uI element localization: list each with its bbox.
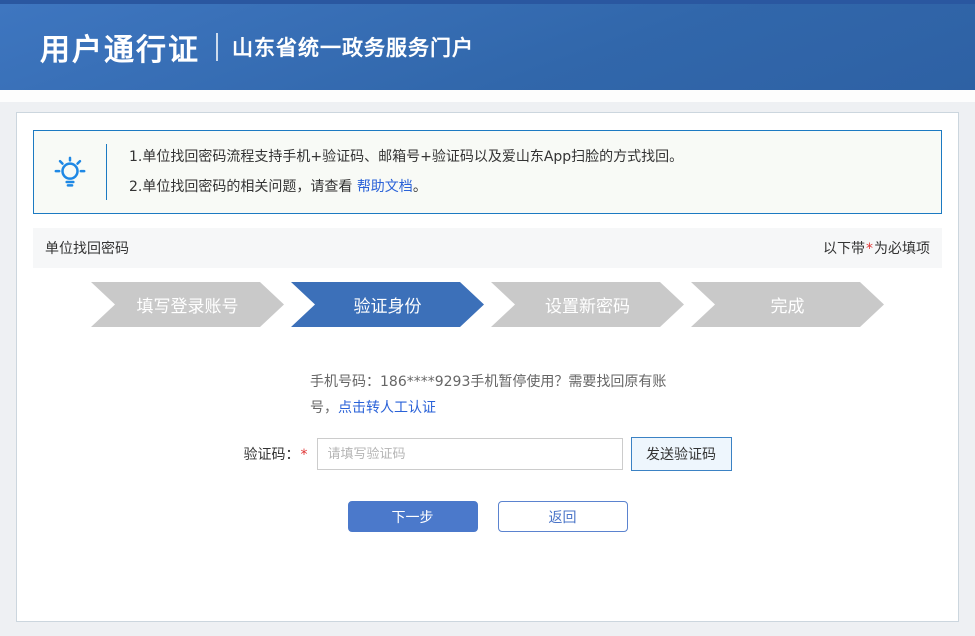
portal-subtitle: 山东省统一政务服务门户: [232, 32, 474, 62]
step-verify-identity: 验证身份: [291, 282, 484, 327]
code-label-text: 验证码：: [244, 447, 300, 463]
back-button[interactable]: 返回: [498, 501, 628, 532]
required-note-suffix: 为必填项: [874, 241, 930, 257]
notice-text: 1.单位找回密码流程支持手机+验证码、邮箱号+验证码以及爱山东App扫脸的方式找…: [107, 142, 683, 202]
step-complete: 完成: [691, 282, 884, 327]
step-fill-account: 填写登录账号: [91, 282, 284, 327]
section-title: 单位找回密码: [45, 238, 129, 258]
header-bottom-strip: [0, 90, 975, 102]
section-header-bar: 单位找回密码 以下带*为必填项: [33, 228, 942, 268]
notice-line-1: 1.单位找回密码流程支持手机+验证码、邮箱号+验证码以及爱山东App扫脸的方式找…: [129, 142, 683, 172]
help-doc-link[interactable]: 帮助文档: [357, 179, 413, 195]
notice-line-2-period: 。: [413, 179, 427, 195]
code-input[interactable]: [317, 438, 623, 470]
app-header: 用户通行证 山东省统一政务服务门户: [0, 4, 975, 90]
step-wizard: 填写登录账号 验证身份 设置新密码 完成: [91, 282, 884, 327]
notice-box: 1.单位找回密码流程支持手机+验证码、邮箱号+验证码以及爱山东App扫脸的方式找…: [33, 130, 942, 214]
action-buttons: 下一步 返回: [33, 501, 942, 532]
lightbulb-icon: [34, 152, 106, 192]
code-form-row: 验证码：* 发送验证码: [33, 437, 942, 471]
main-panel: 1.单位找回密码流程支持手机+验证码、邮箱号+验证码以及爱山东App扫脸的方式找…: [16, 112, 959, 622]
required-note-prefix: 以下带: [823, 241, 865, 257]
next-step-button[interactable]: 下一步: [348, 501, 478, 532]
code-label: 验证码：*: [244, 444, 309, 464]
required-note: 以下带*为必填项: [823, 238, 930, 258]
step-set-new-password: 设置新密码: [491, 282, 684, 327]
page-title: 用户通行证: [40, 25, 200, 69]
required-star: *: [865, 241, 874, 257]
phone-info: 手机号码：186****9293手机暂停使用？需要找回原有账号，点击转人工认证: [310, 369, 688, 421]
send-code-button[interactable]: 发送验证码: [631, 437, 732, 471]
title-divider: [216, 33, 218, 61]
code-required-star: *: [300, 447, 309, 463]
notice-line-2: 2.单位找回密码的相关问题，请查看 帮助文档。: [129, 172, 683, 202]
manual-verify-link[interactable]: 点击转人工认证: [338, 400, 436, 416]
notice-line-2-text: 2.单位找回密码的相关问题，请查看: [129, 179, 357, 195]
